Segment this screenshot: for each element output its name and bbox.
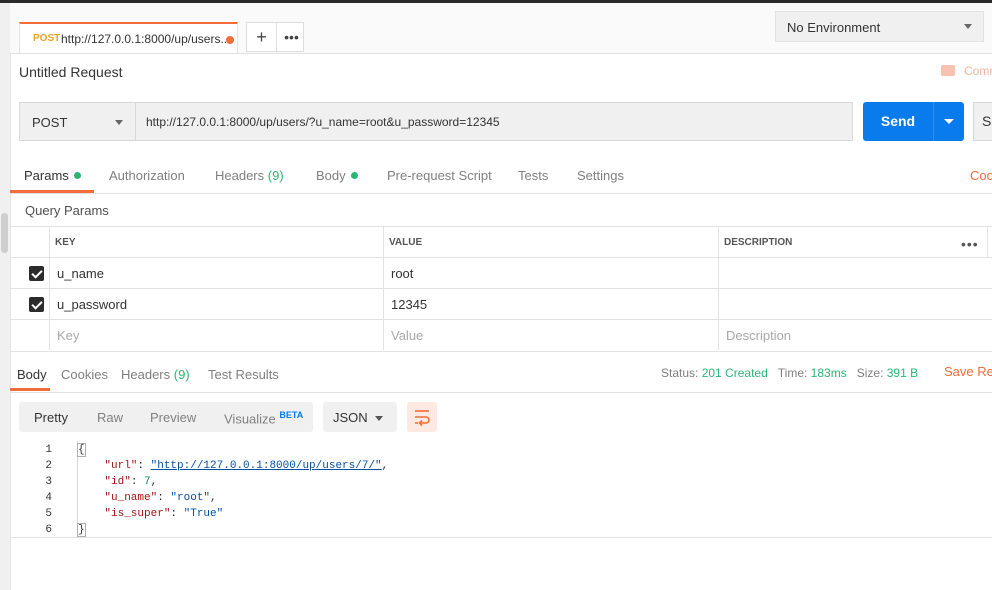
- pretty-button[interactable]: Pretty: [34, 410, 68, 425]
- line-number: 2: [45, 460, 52, 472]
- column-divider: [49, 226, 50, 350]
- url-link[interactable]: "http://127.0.0.1:8000/up/users/7/": [151, 460, 382, 472]
- tab-settings[interactable]: Settings: [577, 168, 624, 183]
- line-number: 3: [45, 476, 52, 488]
- col-description: DESCRIPTION: [724, 237, 793, 248]
- value-placeholder[interactable]: Value: [391, 320, 423, 351]
- table-row: u_password 12345: [10, 288, 992, 320]
- active-tab-indicator: [10, 388, 50, 391]
- response-status: Status: 201 Created Time: 183ms Size: 39…: [661, 366, 919, 380]
- method-select[interactable]: POST: [19, 102, 136, 141]
- param-key[interactable]: u_password: [57, 289, 127, 320]
- beta-badge: BETA: [279, 410, 304, 420]
- chevron-down-icon: [115, 120, 123, 125]
- line-number: 5: [45, 508, 52, 520]
- param-value[interactable]: root: [391, 258, 413, 289]
- line-number: 1: [45, 444, 52, 456]
- tab-url: http://127.0.0.1:8000/up/users...: [61, 32, 231, 46]
- send-dropdown[interactable]: [933, 102, 964, 141]
- format-label: JSON: [333, 410, 368, 425]
- param-value[interactable]: 12345: [391, 289, 427, 320]
- view-mode-group: Pretty Raw Preview Visualize BETA: [19, 402, 313, 432]
- response-body[interactable]: [10, 441, 992, 538]
- active-tab-indicator: [10, 190, 94, 193]
- comments-label: Comm: [964, 64, 992, 78]
- code-line: "id": 7,: [104, 476, 158, 488]
- table-row-new: Key Value Description: [10, 319, 992, 351]
- query-params-title: Query Params: [25, 203, 109, 218]
- tab-method: POST: [33, 33, 61, 44]
- resp-tab-test-results[interactable]: Test Results: [208, 367, 279, 382]
- col-key: KEY: [55, 237, 76, 248]
- request-title[interactable]: Untitled Request: [19, 64, 123, 80]
- cookies-link[interactable]: Coo: [970, 168, 992, 183]
- visualize-button[interactable]: Visualize BETA: [224, 410, 303, 426]
- chevron-down-icon: [375, 416, 383, 421]
- table-row: u_name root: [10, 257, 992, 289]
- column-divider: [383, 226, 384, 350]
- active-dot-icon: [350, 172, 358, 179]
- resp-tab-body[interactable]: Body: [17, 367, 47, 382]
- code-line: {: [77, 443, 86, 457]
- environment-select[interactable]: No Environment: [775, 11, 984, 42]
- column-divider: [987, 226, 988, 257]
- resp-tab-cookies[interactable]: Cookies: [61, 367, 108, 382]
- tab-body[interactable]: Body: [316, 168, 358, 183]
- column-divider: [718, 226, 719, 350]
- param-key[interactable]: u_name: [57, 258, 104, 289]
- comments-button[interactable]: Comm: [941, 64, 992, 78]
- tab-params[interactable]: Params: [24, 168, 81, 183]
- row-checkbox[interactable]: [29, 266, 44, 281]
- raw-button[interactable]: Raw: [97, 410, 123, 425]
- url-input[interactable]: [135, 102, 853, 141]
- time-value[interactable]: 183ms: [811, 366, 847, 380]
- request-tabs: Params Authorization Headers (9) Body Pr…: [10, 153, 992, 194]
- plus-icon[interactable]: +: [247, 23, 276, 51]
- scroll-thumb[interactable]: [1, 213, 8, 253]
- save-response-button[interactable]: Save Res: [944, 364, 992, 379]
- request-tab[interactable]: POST http://127.0.0.1:8000/up/users...: [19, 22, 238, 53]
- code-line: "is_super": "True": [104, 508, 224, 520]
- key-placeholder[interactable]: Key: [57, 320, 79, 351]
- environment-label: No Environment: [787, 20, 881, 35]
- wrap-lines-icon: [415, 410, 430, 427]
- save-button[interactable]: Sa: [973, 102, 992, 141]
- tab-prerequest-script[interactable]: Pre-request Script: [387, 168, 492, 183]
- col-value: VALUE: [389, 237, 423, 248]
- status-value[interactable]: 201 Created: [702, 366, 768, 380]
- ellipsis-icon[interactable]: •••: [276, 23, 306, 51]
- tab-tests[interactable]: Tests: [518, 168, 548, 183]
- row-checkbox[interactable]: [29, 297, 44, 312]
- method-label: POST: [32, 115, 68, 130]
- code-line: "url": "http://127.0.0.1:8000/up/users/7…: [104, 460, 389, 472]
- tab-headers[interactable]: Headers (9): [215, 168, 284, 183]
- chevron-down-icon: [944, 119, 954, 124]
- tab-actions: + •••: [246, 22, 304, 52]
- resp-tab-headers[interactable]: Headers (9): [121, 367, 190, 382]
- comment-icon: [941, 65, 955, 76]
- table-header-row: KEY VALUE DESCRIPTION •••: [10, 226, 992, 258]
- code-line: }: [77, 523, 86, 537]
- unsaved-dot-icon: [226, 36, 234, 44]
- format-select[interactable]: JSON: [323, 402, 397, 432]
- code-line: "u_name": "root",: [104, 492, 217, 504]
- line-number: 6: [45, 524, 52, 536]
- tab-authorization[interactable]: Authorization: [109, 168, 185, 183]
- active-dot-icon: [73, 172, 81, 179]
- size-value[interactable]: 391 B: [887, 366, 918, 380]
- send-button[interactable]: Send: [863, 102, 933, 141]
- line-number: 4: [45, 492, 52, 504]
- preview-button[interactable]: Preview: [150, 410, 196, 425]
- chevron-down-icon: [964, 24, 972, 29]
- table-options-icon[interactable]: •••: [961, 236, 979, 252]
- description-placeholder[interactable]: Description: [726, 320, 791, 351]
- wrap-lines-button[interactable]: [407, 402, 437, 432]
